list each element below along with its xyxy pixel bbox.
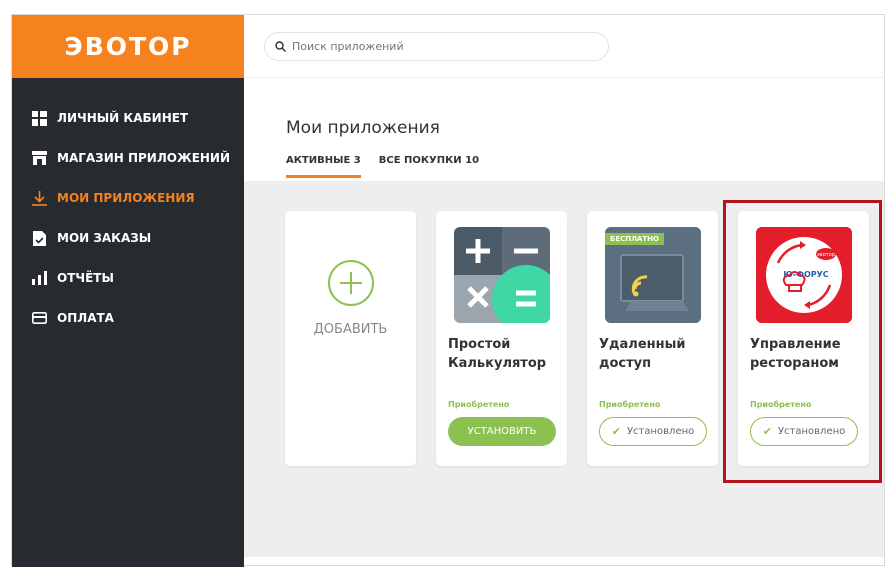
app-name: Простой Калькулятор: [448, 337, 547, 371]
app-name: Удаленный доступ: [599, 337, 686, 371]
sidebar-item-orders[interactable]: МОИ ЗАКАЗЫ: [12, 218, 244, 258]
app-card-calculator[interactable]: Простой Калькулятор Приобретено УСТАНОВИ…: [436, 211, 567, 466]
checkmark-icon: ✔: [611, 425, 621, 438]
app-status: Приобретено: [448, 400, 510, 409]
sidebar-item-label: ОПЛАТА: [57, 311, 114, 325]
sidebar-item-payment[interactable]: ОПЛАТА: [12, 298, 244, 338]
logo-text: ЭВОТОР: [64, 32, 192, 61]
top-bar: [244, 15, 884, 78]
card-icon: [31, 310, 47, 326]
search-input[interactable]: [292, 40, 592, 53]
free-badge: БЕСПЛАТНО: [605, 233, 664, 245]
sidebar-nav: ЛИЧНЫЙ КАБИНЕТ МАГАЗИН ПРИЛОЖЕНИЙ МОИ ПР…: [12, 98, 244, 338]
sidebar-item-reports[interactable]: ОТЧЁТЫ: [12, 258, 244, 298]
highlight-box: [723, 200, 882, 483]
sidebar-item-label: МАГАЗИН ПРИЛОЖЕНИЙ: [57, 151, 231, 165]
bar-chart-icon: [31, 270, 47, 286]
add-label: ДОБАВИТЬ: [313, 322, 388, 337]
download-icon: [31, 190, 47, 206]
dashboard-icon: [31, 110, 47, 126]
sidebar: ЭВОТОР ЛИЧНЫЙ КАБИНЕТ МАГАЗИН ПРИЛОЖЕНИЙ…: [12, 15, 244, 567]
remote-access-icon: БЕСПЛАТНО: [605, 227, 701, 323]
store-icon: [31, 150, 47, 166]
search-icon: [275, 37, 286, 56]
orders-icon: [31, 230, 47, 246]
sidebar-item-dashboard[interactable]: ЛИЧНЫЙ КАБИНЕТ: [12, 98, 244, 138]
installed-label: Установлено: [626, 426, 695, 437]
logo[interactable]: ЭВОТОР: [12, 15, 244, 78]
sidebar-item-store[interactable]: МАГАЗИН ПРИЛОЖЕНИЙ: [12, 138, 244, 178]
page-title: Мои приложения: [286, 118, 440, 138]
plus-icon: [327, 260, 374, 306]
search-box[interactable]: [264, 32, 609, 61]
tabs: АКТИВНЫЕ 3 ВСЕ ПОКУПКИ 10: [286, 155, 497, 178]
sidebar-item-my-apps[interactable]: МОИ ПРИЛОЖЕНИЯ: [12, 178, 244, 218]
app-status: Приобретено: [599, 400, 661, 409]
sidebar-item-label: МОИ ПРИЛОЖЕНИЯ: [57, 191, 195, 205]
sidebar-item-label: ОТЧЁТЫ: [57, 271, 114, 285]
tab-all-purchases[interactable]: ВСЕ ПОКУПКИ 10: [379, 155, 479, 178]
sidebar-item-label: ЛИЧНЫЙ КАБИНЕТ: [57, 111, 189, 125]
tab-active[interactable]: АКТИВНЫЕ 3: [286, 155, 361, 178]
app-window: ЭВОТОР ЛИЧНЫЙ КАБИНЕТ МАГАЗИН ПРИЛОЖЕНИЙ…: [11, 14, 885, 567]
install-button[interactable]: УСТАНОВИТЬ: [448, 417, 556, 446]
calculator-icon: [454, 227, 550, 323]
add-app-card[interactable]: ДОБАВИТЬ: [285, 211, 416, 466]
installed-button[interactable]: ✔ Установлено: [599, 417, 707, 446]
app-card-remote-access[interactable]: БЕСПЛАТНО Удаленный доступ Приобретено ✔…: [587, 211, 718, 466]
content-header: Мои приложения АКТИВНЫЕ 3 ВСЕ ПОКУПКИ 10: [244, 78, 884, 181]
sidebar-item-label: МОИ ЗАКАЗЫ: [57, 231, 152, 245]
